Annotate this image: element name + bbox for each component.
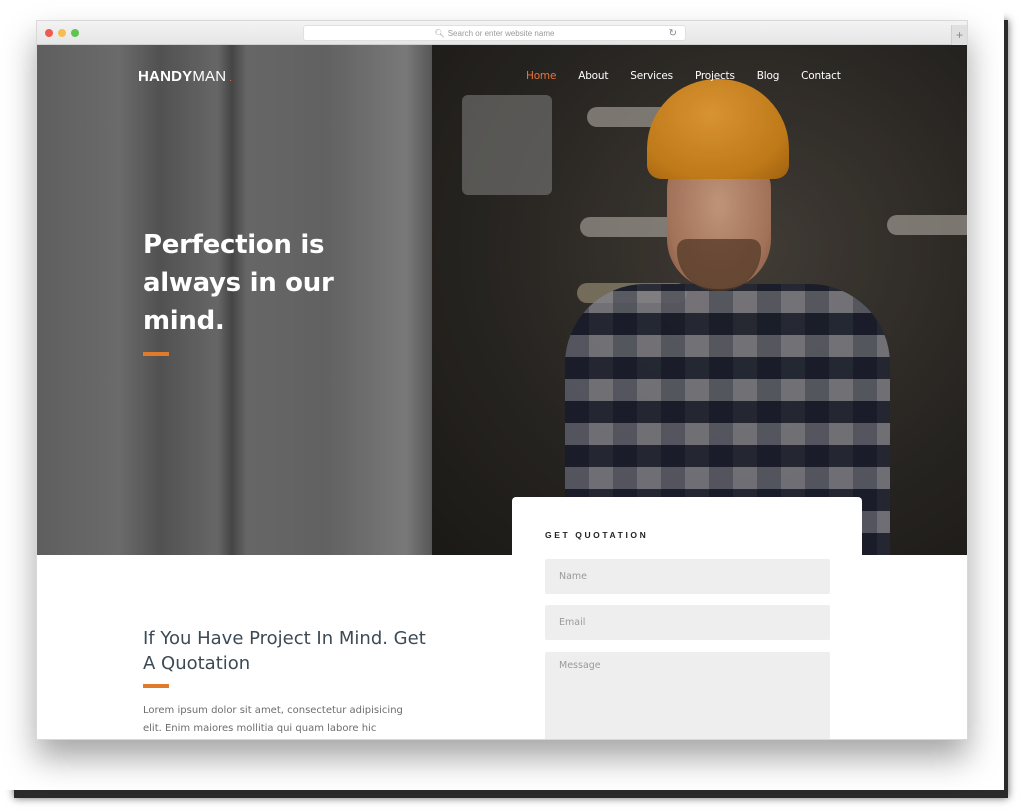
minimize-window-button[interactable] [58,29,66,37]
close-window-button[interactable] [45,29,53,37]
plus-icon[interactable]: + [951,25,967,45]
nav-services[interactable]: Services [630,70,673,82]
quotation-body: Lorem ipsum dolor sit amet, consectetur … [143,705,403,734]
nav-blog[interactable]: Blog [757,70,780,82]
logo-bold: HANDY [138,68,193,85]
address-placeholder: Search or enter website name [447,29,555,38]
address-bar[interactable]: 🔍︎ Search or enter website name ↻ [303,25,686,41]
browser-toolbar: 🔍︎ Search or enter website name ↻ + [37,21,967,45]
logo-dot: . [229,73,233,84]
quotation-accent-bar [143,684,169,688]
nav-about[interactable]: About [578,70,608,82]
quote-form-card: GET QUOTATION [512,497,862,739]
reload-icon[interactable]: ↻ [669,26,677,41]
browser-window: 🔍︎ Search or enter website name ↻ + HANDY… [36,20,968,740]
main-nav: Home About Services Projects Blog Contac… [526,70,863,82]
nav-projects[interactable]: Projects [695,70,735,82]
email-input[interactable] [545,605,830,640]
nav-home[interactable]: Home [526,70,556,82]
quote-form-title: GET QUOTATION [545,530,649,540]
nav-contact[interactable]: Contact [801,70,841,82]
logo-light: MAN [192,68,227,85]
message-textarea[interactable] [545,652,830,739]
search-icon: 🔍︎ [434,29,445,38]
name-input[interactable] [545,559,830,594]
quotation-heading: If You Have Project In Mind. Get A Quota… [143,628,426,674]
maximize-window-button[interactable] [71,29,79,37]
hero-title: Perfection is always in our mind. [143,230,334,336]
hero-accent-bar [143,352,169,356]
site-logo[interactable]: HANDYMAN. [138,68,232,85]
